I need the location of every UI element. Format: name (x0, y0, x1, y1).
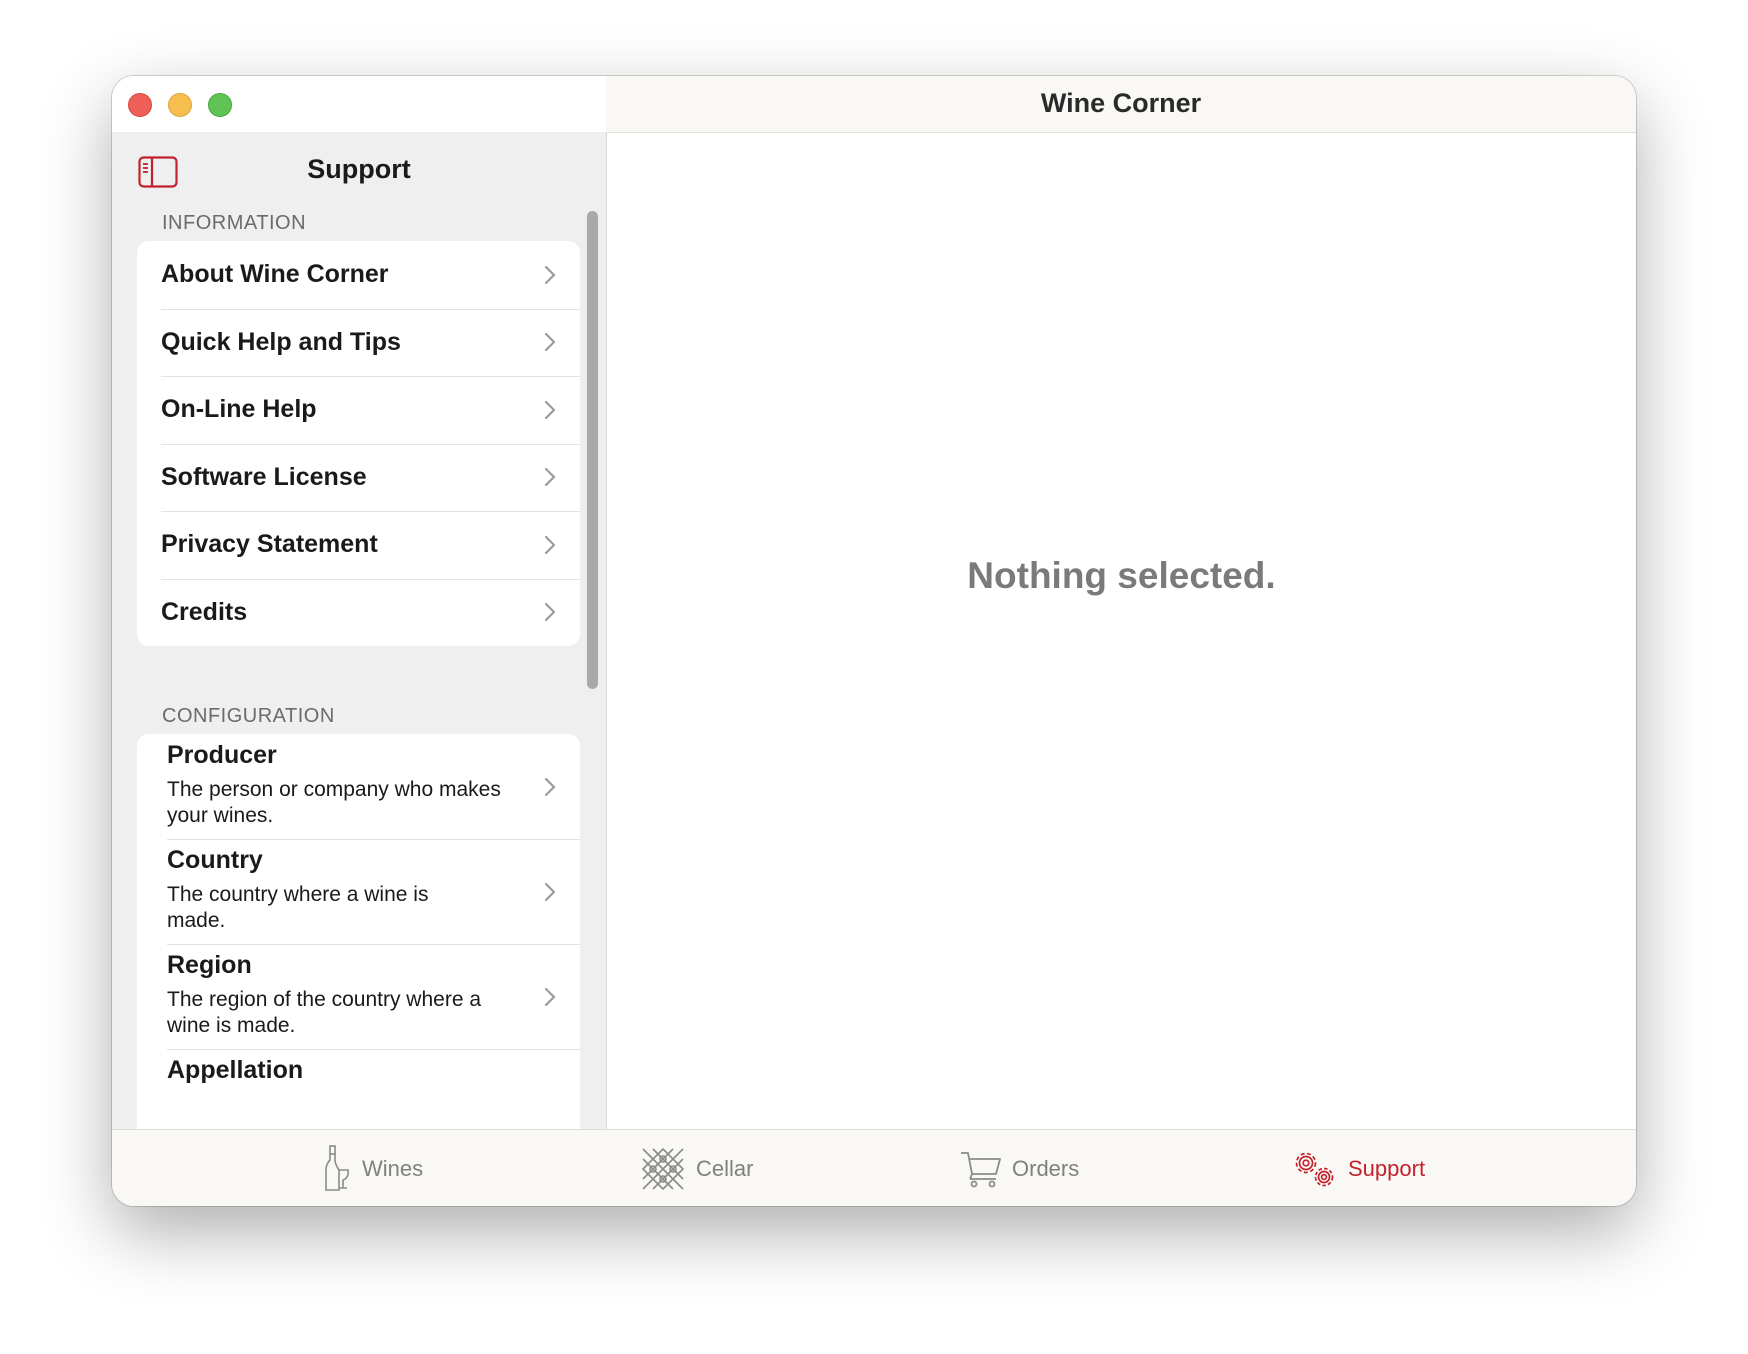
chevron-right-icon (544, 777, 556, 796)
app-window: Support INFORMATION About Wine Corner Qu… (112, 76, 1636, 1206)
tab-label: Support (1348, 1156, 1426, 1181)
close-window-button[interactable] (128, 93, 152, 117)
list-item-online-help[interactable]: On-Line Help (137, 376, 580, 444)
list-item-credits[interactable]: Credits (137, 578, 580, 647)
list-item-title: Country (167, 846, 263, 874)
tab-label: Orders (1012, 1156, 1080, 1181)
information-list: About Wine Corner Quick Help and Tips On… (137, 241, 580, 646)
sidebar-titlebar (112, 76, 606, 132)
list-item-title: Producer (167, 741, 277, 769)
list-item-description: The region of the country where a wine i… (167, 988, 482, 1037)
sidebar: Support INFORMATION About Wine Corner Qu… (112, 76, 607, 1134)
list-item-about[interactable]: About Wine Corner (137, 241, 580, 309)
tab-wines[interactable]: Wines (324, 1144, 423, 1194)
wine-bottle-icon (325, 1145, 349, 1191)
tab-label: Wines (362, 1156, 424, 1181)
list-item-description: The person or company who makes your win… (167, 778, 501, 827)
chevron-right-icon (544, 603, 556, 622)
configuration-list: Producer The person or company who makes… (137, 734, 580, 1134)
sidebar-scrollbar[interactable] (587, 211, 598, 689)
chevron-right-icon (544, 882, 556, 901)
list-item-producer[interactable]: Producer The person or company who makes… (137, 734, 580, 839)
list-item-label: About Wine Corner (161, 260, 389, 288)
empty-state-message: Nothing selected. (967, 555, 1276, 596)
minimize-window-button[interactable] (168, 93, 192, 117)
window-titlebar: Wine Corner (606, 76, 1636, 133)
list-item-title: Region (167, 951, 252, 979)
chevron-right-icon (544, 265, 556, 284)
chevron-right-icon (544, 400, 556, 419)
list-item-label: On-Line Help (161, 395, 317, 423)
detail-pane: Nothing selected. (607, 133, 1636, 1129)
list-item-country[interactable]: Country The country where a wine is made… (137, 839, 580, 944)
list-item-label: Privacy Statement (161, 530, 378, 558)
tab-label: Cellar (696, 1156, 754, 1181)
chevron-right-icon (544, 535, 556, 554)
list-item-label: Quick Help and Tips (161, 327, 401, 356)
sidebar-title: Support (307, 154, 411, 184)
tab-cellar[interactable]: Cellar (640, 1144, 753, 1194)
wine-rack-icon (641, 1147, 685, 1191)
gears-icon (1295, 1152, 1334, 1187)
list-item-description: The country where a wine is made. (167, 883, 429, 932)
list-item-privacy-statement[interactable]: Privacy Statement (137, 511, 580, 579)
chevron-right-icon (544, 333, 556, 352)
chevron-right-icon (544, 987, 556, 1006)
list-item-software-license[interactable]: Software License (137, 443, 580, 512)
chevron-right-icon (544, 468, 556, 487)
cart-icon (961, 1152, 1001, 1188)
tab-orders[interactable]: Orders (960, 1144, 1079, 1194)
section-header-configuration: CONFIGURATION (162, 705, 335, 727)
list-item-title: Appellation (167, 1056, 304, 1084)
window-title: Wine Corner (1040, 88, 1202, 118)
tab-support[interactable]: Support (1290, 1144, 1425, 1194)
list-item-region[interactable]: Region The region of the country where a… (137, 944, 580, 1049)
list-item-quick-help[interactable]: Quick Help and Tips (137, 308, 580, 377)
list-item-label: Credits (161, 597, 248, 626)
section-header-information: INFORMATION (162, 212, 307, 234)
list-item-appellation[interactable]: Appellation (137, 1049, 580, 1134)
zoom-window-button[interactable] (208, 93, 232, 117)
list-item-label: Software License (161, 462, 367, 491)
tab-bar: Wines Cellar Orders Support (112, 1129, 1636, 1206)
